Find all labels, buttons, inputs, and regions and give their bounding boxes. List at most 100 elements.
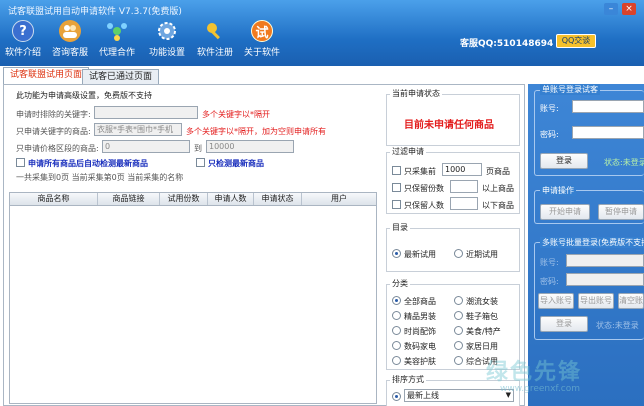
sort-selected-value: 最新上线 [407, 391, 439, 400]
filter-count-label: 只保留份数 [404, 184, 444, 193]
toolbar-service-label: 咨询客服 [51, 48, 88, 58]
toolbar-register-button[interactable]: 软件注册 [193, 20, 237, 58]
toolbar-settings-label: 功能设置 [148, 48, 185, 58]
import-accounts-button[interactable]: 导入账号 [538, 293, 574, 309]
network-icon [106, 20, 128, 42]
column-header[interactable]: 申请状态 [254, 193, 302, 205]
toolbar-agent-button[interactable]: 代理合作 [95, 20, 139, 58]
batch-login-button[interactable]: 登录 [540, 316, 588, 332]
watermark-url: www.greenxf.com [500, 384, 581, 394]
export-accounts-button[interactable]: 导出账号 [578, 293, 614, 309]
filter-pages-input[interactable]: 1000 [442, 163, 482, 176]
only-new-checkbox[interactable] [196, 158, 205, 167]
column-header[interactable]: 商品链接 [98, 193, 160, 205]
price-range-label: 只申请价格区段的商品: [16, 144, 99, 153]
toolbar-service-button[interactable]: 咨询客服 [48, 20, 92, 58]
status-title: 当前申请状态 [390, 88, 442, 99]
clear-accounts-button[interactable]: 清空账号 [618, 293, 644, 309]
category-men-radio[interactable] [392, 311, 401, 320]
category-bags-radio[interactable] [454, 311, 463, 320]
collect-summary: 一共采集到0页 当前采集第0页 当前采集的名称 [16, 173, 184, 182]
column-header[interactable]: 商品名称 [10, 193, 98, 205]
catalog-recent-radio[interactable] [454, 249, 463, 258]
category-all-label: 全部商品 [404, 297, 436, 306]
filter-people-label: 只保留人数 [404, 201, 444, 210]
category-accessories-radio[interactable] [392, 326, 401, 335]
table-header: 商品名称 商品链接 试用份数 申请人数 申请状态 用户 [9, 192, 377, 206]
tab-trial-page[interactable]: 试客联盟试用页面 [3, 67, 90, 85]
include-keyword-input[interactable]: 衣服*手表*围巾*手机 [94, 123, 182, 136]
filter-count-suffix: 以上商品 [482, 184, 514, 193]
single-account-input[interactable] [572, 100, 644, 113]
single-login-button[interactable]: 登录 [540, 153, 588, 169]
toolbar-about-label: 关于软件 [243, 48, 280, 58]
filter-pages-suffix: 页商品 [486, 167, 510, 176]
batch-password-input[interactable] [566, 273, 644, 286]
batch-account-input[interactable] [566, 254, 644, 267]
minimize-button[interactable]: – [604, 3, 618, 15]
status-message: 目前未申请任何商品 [404, 120, 494, 131]
toolbar-intro-button[interactable]: ? 软件介绍 [1, 20, 45, 58]
pause-apply-button[interactable]: 暂停申请 [598, 204, 644, 220]
tab-approved-page[interactable]: 试客已通过页面 [82, 69, 160, 85]
batch-login-title: 多账号批量登录(免费版不支持) [540, 237, 644, 248]
filter-count-input[interactable] [450, 180, 478, 193]
catalog-title: 目录 [390, 222, 410, 233]
category-all-radio[interactable] [392, 296, 401, 305]
filter-pages-label: 只采集前 [404, 167, 436, 176]
qq-chat-button[interactable]: QQ交谈 [556, 34, 596, 48]
key-icon [204, 20, 226, 42]
category-food-label: 美食/特产 [466, 327, 501, 336]
toolbar-about-button[interactable]: 试 关于软件 [240, 20, 284, 58]
category-beauty-label: 美容护肤 [404, 357, 436, 366]
category-digital-label: 数码家电 [404, 342, 436, 351]
price-to-label: 到 [194, 144, 202, 153]
category-home-radio[interactable] [454, 341, 463, 350]
price-to-input[interactable]: 10000 [206, 140, 294, 153]
exclude-keyword-label: 申请时排除的关键字: [16, 110, 91, 119]
sort-title: 排序方式 [390, 374, 426, 385]
toolbar-agent-label: 代理合作 [98, 48, 135, 58]
start-apply-button[interactable]: 开始申请 [540, 204, 590, 220]
sort-radio[interactable] [392, 392, 401, 401]
category-bags-label: 鞋子箱包 [466, 312, 498, 321]
price-from-input[interactable]: 0 [102, 140, 190, 153]
filter-people-input[interactable] [450, 197, 478, 210]
category-beauty-radio[interactable] [392, 356, 401, 365]
category-women-radio[interactable] [454, 296, 463, 305]
single-password-input[interactable] [572, 126, 644, 139]
batch-login-status: 状态:未登录 [596, 321, 639, 330]
column-header[interactable]: 申请人数 [208, 193, 254, 205]
filter-pages-checkbox[interactable] [392, 166, 401, 175]
filter-count-checkbox[interactable] [392, 183, 401, 192]
filter-title: 过滤申请 [390, 146, 426, 157]
category-general-radio[interactable] [454, 356, 463, 365]
single-login-status: 状态:未登录 [604, 158, 644, 167]
filter-people-checkbox[interactable] [392, 200, 401, 209]
toolbar-settings-button[interactable]: 功能设置 [145, 20, 189, 58]
window-title: 试客联盟试用自动申请软件 V7.3.7(免费版) [8, 7, 182, 17]
column-header[interactable]: 用户 [302, 193, 376, 205]
exclude-keyword-input[interactable] [94, 106, 198, 119]
category-digital-radio[interactable] [392, 341, 401, 350]
column-header[interactable]: 试用份数 [160, 193, 208, 205]
category-women-label: 潮流女装 [466, 297, 498, 306]
category-food-radio[interactable] [454, 326, 463, 335]
gear-icon [156, 20, 178, 42]
watermark-logo: 绿色先锋 [486, 360, 583, 385]
filter-people-suffix: 以下商品 [482, 201, 514, 210]
title-bar: 试客联盟试用自动申请软件 V7.3.7(免费版) – × ? 软件介绍 咨询客服… [0, 0, 644, 66]
batch-account-label: 账号: [540, 258, 559, 267]
catalog-latest-radio[interactable] [392, 249, 401, 258]
auto-detect-checkbox[interactable] [16, 158, 25, 167]
toolbar-intro-label: 软件介绍 [4, 48, 41, 58]
people-icon [59, 20, 81, 42]
single-account-label: 账号: [540, 104, 559, 113]
products-table[interactable] [9, 206, 377, 404]
catalog-recent-label: 近期试用 [466, 250, 498, 259]
apply-ops-title: 申请操作 [540, 185, 576, 196]
only-new-label: 只检测最新商品 [208, 159, 264, 168]
sort-select[interactable]: 最新上线 ▼ [404, 389, 514, 402]
close-button[interactable]: × [622, 3, 636, 15]
single-password-label: 密码: [540, 130, 559, 139]
